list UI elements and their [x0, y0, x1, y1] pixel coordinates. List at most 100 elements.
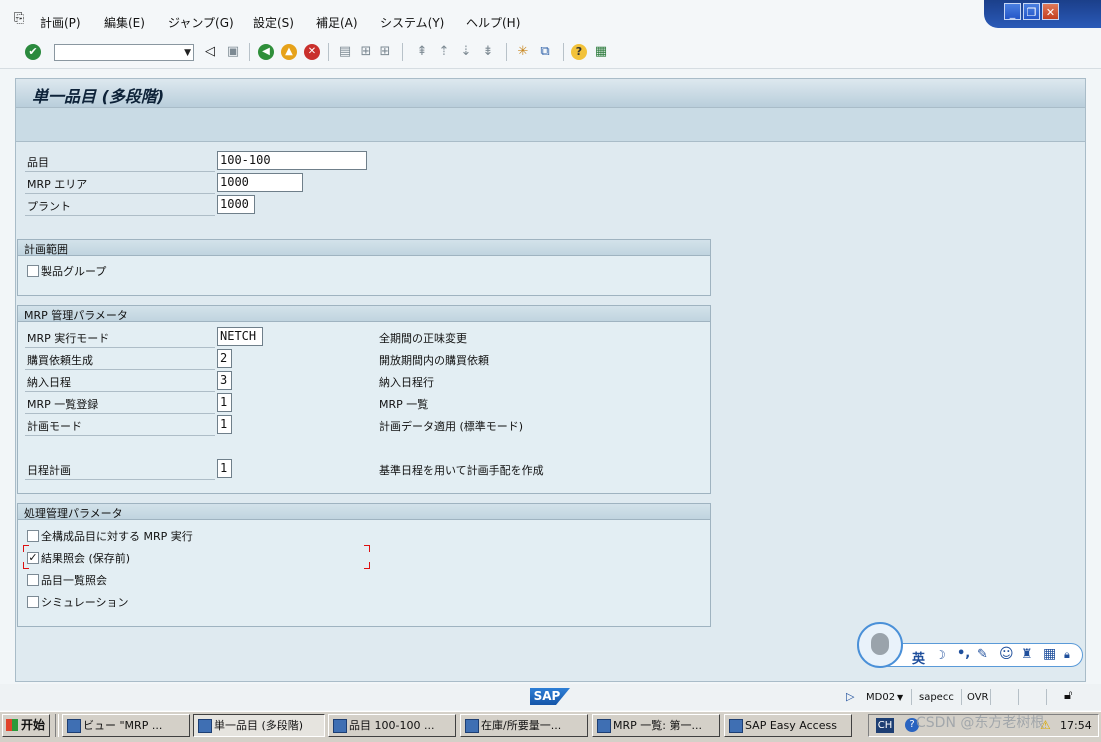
status-separator — [911, 689, 912, 705]
server-name: sapecc — [919, 692, 954, 703]
all-components-checkbox[interactable] — [27, 530, 39, 542]
scheduling-input[interactable]: 1 — [217, 459, 232, 478]
focus-corner — [23, 545, 29, 552]
find-next-icon[interactable]: ⊞ — [377, 44, 393, 60]
status-separator — [961, 689, 962, 705]
ime-avatar-icon[interactable] — [857, 622, 903, 668]
language-indicator[interactable]: CH — [876, 718, 894, 733]
menu-edit[interactable]: 編集(E) — [104, 14, 145, 31]
save-icon[interactable]: ▣ — [225, 44, 241, 60]
menu-system[interactable]: システム(Y) — [380, 14, 444, 31]
mrp-list-label: MRP 一覧登録 — [27, 398, 99, 411]
smile-icon[interactable]: ☺ — [999, 646, 1014, 662]
planning-mode-input[interactable]: 1 — [217, 415, 232, 434]
wrench-icon[interactable]: ✎ — [977, 647, 988, 662]
task-single-item[interactable]: 単一品目 (多段階) — [193, 714, 325, 737]
menu-extras[interactable]: 補足(A) — [316, 14, 358, 31]
purchase-req-input[interactable]: 2 — [217, 349, 232, 368]
task-label: MRP 一覧: 第一... — [613, 719, 702, 732]
mrp-list-input[interactable]: 1 — [217, 393, 232, 412]
grid-icon[interactable]: ▦ — [1043, 646, 1056, 662]
command-field[interactable]: ▼ — [54, 44, 194, 61]
task-label: 品目 100-100 ... — [349, 719, 435, 732]
cancel-icon[interactable]: ✕ — [304, 44, 320, 60]
process-control-title: 処理管理パラメータ — [24, 507, 123, 520]
exit-icon[interactable]: ▲ — [281, 44, 297, 60]
menu-jump[interactable]: ジャンプ(G) — [168, 14, 234, 31]
menu-settings[interactable]: 設定(S) — [253, 14, 294, 31]
back-icon[interactable]: ◀ — [258, 44, 274, 60]
processing-key-input[interactable]: NETCH — [217, 327, 263, 346]
sap-window-icon — [198, 719, 212, 733]
start-button[interactable]: 开始 — [2, 714, 50, 737]
schedule-lines-desc: 納入日程行 — [379, 376, 434, 389]
punctuation-icon[interactable]: •, — [957, 646, 970, 661]
task-stock-requirements[interactable]: 在庫/所要量一... — [460, 714, 588, 737]
last-page-icon[interactable]: ⇟ — [480, 44, 496, 60]
mrp-list-desc: MRP 一覧 — [379, 398, 429, 411]
task-view-mrp[interactable]: ビュー "MRP ... — [62, 714, 190, 737]
simulation-label: シミュレーション — [41, 596, 129, 609]
transaction-code: MD02 — [866, 692, 896, 703]
status-toggle-icon[interactable]: ▷ — [846, 690, 854, 703]
status-separator — [1018, 689, 1019, 705]
simulation-checkbox[interactable] — [27, 596, 39, 608]
clock: 17:54 — [1060, 719, 1092, 732]
lock-icon[interactable]: 🔒︎ — [1064, 648, 1070, 662]
task-easy-access[interactable]: SAP Easy Access — [724, 714, 852, 737]
toolbar-separator — [563, 43, 564, 61]
processing-key-desc: 全期間の正味変更 — [379, 332, 467, 345]
mrp-area-label: MRP エリア — [27, 178, 88, 191]
first-page-icon[interactable]: ⇞ — [414, 44, 430, 60]
mrp-area-input[interactable]: 1000 — [217, 173, 303, 192]
ime-language[interactable]: 英 — [912, 648, 925, 667]
print-icon[interactable]: ▤ — [337, 44, 353, 60]
new-session-icon[interactable]: ✳ — [515, 44, 531, 60]
product-group-label: 製品グループ — [41, 265, 107, 278]
menu-plan[interactable]: 計画(P) — [40, 14, 81, 31]
chevron-down-icon[interactable]: ▼ — [897, 693, 903, 702]
previous-page-icon[interactable]: ⇡ — [436, 44, 452, 60]
chevron-down-icon[interactable]: ▼ — [184, 48, 191, 58]
next-page-icon[interactable]: ⇣ — [458, 44, 474, 60]
close-button[interactable]: ✕ — [1042, 3, 1059, 20]
shortcut-icon[interactable]: ⧉ — [537, 44, 553, 60]
enter-icon[interactable]: ✔ — [25, 44, 41, 60]
sap-window-icon — [597, 719, 611, 733]
windows-logo-icon — [6, 719, 18, 731]
layout-menu-icon[interactable]: ▦ — [593, 44, 609, 60]
chevron-left-icon[interactable]: ◁ — [202, 44, 218, 60]
label-underline — [25, 347, 215, 348]
material-input[interactable]: 100-100 — [217, 151, 367, 170]
app-menu-icon[interactable]: ⎘ — [14, 11, 24, 26]
material-label: 品目 — [27, 156, 49, 169]
schedule-lines-input[interactable]: 3 — [217, 371, 232, 390]
restore-button[interactable]: ❐ — [1023, 3, 1040, 20]
shirt-icon[interactable]: ♜ — [1021, 647, 1033, 662]
task-mrp-list[interactable]: MRP 一覧: 第一... — [592, 714, 720, 737]
material-list-checkbox[interactable] — [27, 574, 39, 586]
ime-toolbar: 英 ☽ •, ✎ ☺ ♜ ▦ 🔒︎ — [857, 622, 1083, 668]
padlock-icon[interactable]: 🔓︎ — [1064, 688, 1072, 703]
scheduling-label: 日程計画 — [27, 464, 71, 477]
planning-scope-title: 計画範囲 — [24, 243, 68, 256]
label-underline — [25, 215, 215, 216]
minimize-button[interactable]: _ — [1004, 3, 1021, 20]
warning-icon[interactable]: ⚠ — [1040, 718, 1051, 732]
moon-icon[interactable]: ☽ — [935, 648, 946, 662]
plant-input[interactable]: 1000 — [217, 195, 255, 214]
menu-help[interactable]: ヘルプ(H) — [466, 14, 520, 31]
focus-corner — [23, 562, 29, 569]
label-underline — [25, 413, 215, 414]
insert-mode: OVR — [967, 692, 989, 703]
find-icon[interactable]: ⊞ — [358, 44, 374, 60]
help-icon[interactable]: ? — [571, 44, 587, 60]
plant-label: プラント — [27, 200, 71, 213]
menu-bar: ⎘ 計画(P) 編集(E) ジャンプ(G) 設定(S) 補足(A) システム(Y… — [0, 0, 1101, 38]
task-material[interactable]: 品目 100-100 ... — [328, 714, 456, 737]
product-group-checkbox[interactable] — [27, 265, 39, 277]
screen-title-bar: 単一品目 (多段階) — [15, 78, 1086, 108]
page-title: 単一品目 (多段階) — [32, 87, 165, 106]
group-header: 計画範囲 — [18, 240, 710, 256]
label-underline — [25, 391, 215, 392]
